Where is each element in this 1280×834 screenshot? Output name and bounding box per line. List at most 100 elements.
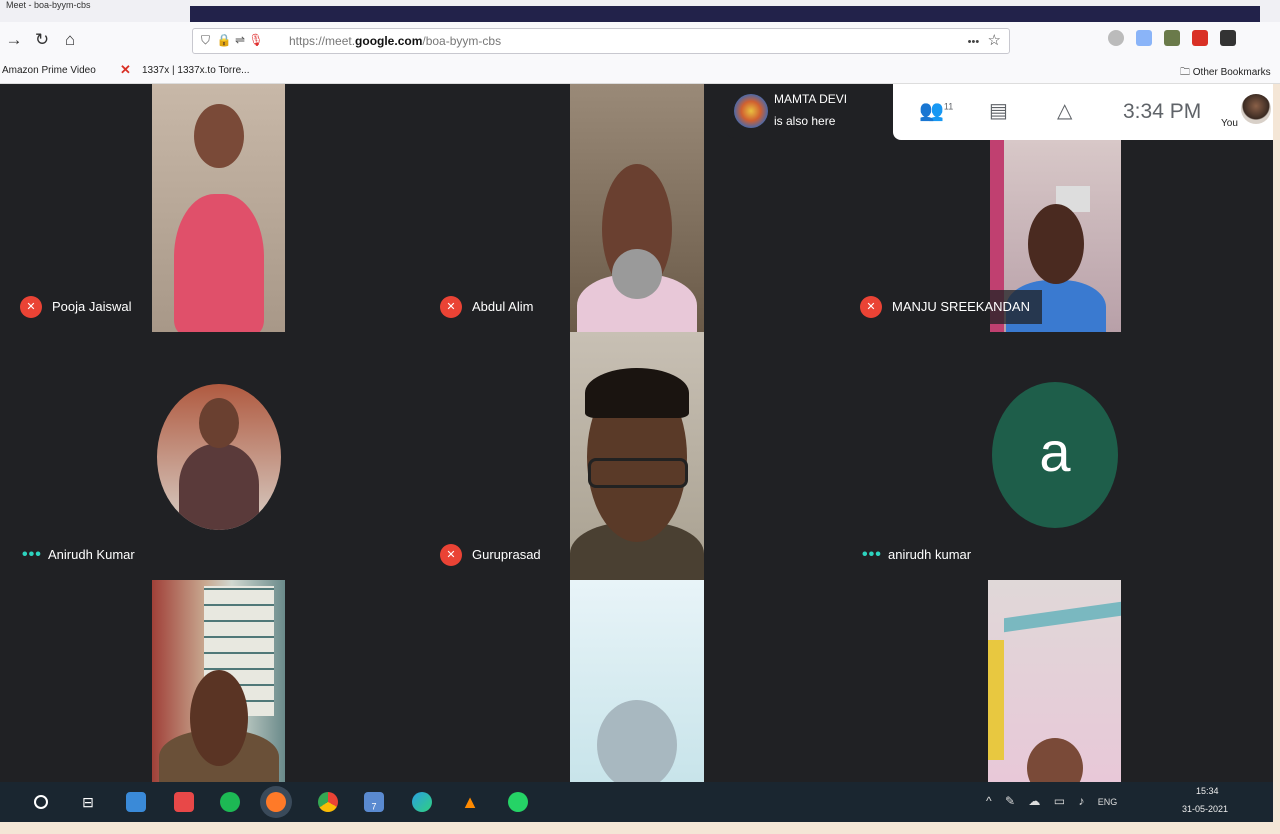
vlc-icon[interactable]: ▲ <box>460 792 480 812</box>
notification-subtext: is also here <box>774 114 836 128</box>
video-tile-guruprasad[interactable] <box>570 332 704 580</box>
mic-off-icon: ✕ <box>440 544 462 566</box>
person-face <box>597 700 677 782</box>
firefox-icon[interactable] <box>266 792 286 812</box>
news-app-icon[interactable] <box>174 792 194 812</box>
person-face <box>189 670 248 766</box>
mic-off-icon: ✕ <box>440 296 462 318</box>
tray-date[interactable]: 31-05-2021 <box>1182 804 1228 814</box>
tray-onedrive-icon[interactable]: ☁ <box>1028 794 1040 808</box>
name-chip: ✕ Abdul Alim <box>428 290 546 324</box>
notification-avatar <box>734 94 768 128</box>
notification-name: MAMTA DEVI <box>774 92 848 106</box>
speaking-dots-icon: ••• <box>862 546 882 563</box>
browser-tab-bar: Meet - boa-byym-cbs <box>0 0 1280 22</box>
participant-name: Guruprasad <box>472 547 541 562</box>
tray-volume-icon[interactable]: ♪ <box>1078 794 1084 808</box>
name-chip: ••• Anirudh Kumar <box>8 538 147 572</box>
microphone-icon: 🎙 <box>248 33 264 47</box>
whatsapp-icon[interactable] <box>508 792 528 812</box>
edge-icon[interactable] <box>412 792 432 812</box>
meeting-clock: 3:34 PM <box>1123 100 1202 123</box>
name-chip: ✕ Pooja Jaiswal <box>8 290 144 324</box>
task-view-icon[interactable]: ⊟ <box>78 792 98 812</box>
tray-pen-icon[interactable]: ✎ <box>1005 794 1015 808</box>
tab-strip <box>190 6 1260 22</box>
person-video <box>173 194 264 332</box>
video-tile-pooja[interactable] <box>152 84 285 332</box>
tray-language[interactable]: ENG <box>1098 797 1118 807</box>
participant-name: Anirudh Kumar <box>48 547 135 562</box>
join-notification: MAMTA DEVI is also here <box>726 84 894 138</box>
name-chip: ✕ MANJU SREEKANDAN <box>848 290 1042 324</box>
video-tile-row3-right[interactable] <box>988 580 1121 782</box>
bookmark-other-label: Other Bookmarks <box>1192 67 1271 78</box>
search-circle-icon[interactable] <box>34 795 48 809</box>
yellow-wall <box>988 640 1004 760</box>
participant-name: Abdul Alim <box>472 299 534 314</box>
person-face <box>1027 204 1084 284</box>
reload-icon[interactable]: ↻ <box>30 28 54 52</box>
person-face <box>199 398 239 448</box>
mic-off-icon: ✕ <box>20 296 42 318</box>
torrent-x-icon: ✕ <box>120 62 131 77</box>
self-avatar[interactable] <box>1241 94 1271 124</box>
page-actions-icon[interactable]: ••• <box>968 36 980 48</box>
meet-grid: ✕ Pooja Jaiswal ✕ Abdul Alim ✕ MANJU SRE… <box>0 84 1273 782</box>
glasses-shape <box>588 458 688 488</box>
home-icon[interactable]: ⌂ <box>58 28 82 52</box>
meet-top-bar: 👥11 ▤ △ 3:34 PM You <box>893 84 1273 140</box>
ceiling-stripe <box>1004 601 1121 633</box>
bookmark-torrent[interactable]: 1337x | 1337x.to Torre... <box>142 65 249 76</box>
url-bar[interactable]: ⛉ 🔒 ⇌ 🎙 https://meet.google.com/boa-byym… <box>192 28 1010 54</box>
bookmark-amazon[interactable]: Amazon Prime Video <box>2 65 96 76</box>
file-explorer-icon[interactable] <box>126 792 146 812</box>
person-video <box>179 444 259 530</box>
url-domain: google.com <box>355 34 423 48</box>
extension-icon[interactable] <box>1164 30 1180 46</box>
people-icon: 👥 <box>919 100 944 122</box>
participants-button[interactable]: 👥11 <box>919 98 953 123</box>
participant-name: anirudh kumar <box>888 547 972 562</box>
tray-expand-icon[interactable]: ^ <box>986 794 992 808</box>
video-tile-row3-left[interactable] <box>152 580 285 782</box>
name-chip: ✕ Guruprasad <box>428 538 553 572</box>
avatar-anirudh-photo <box>157 384 281 530</box>
video-tile-abdul[interactable] <box>570 84 704 332</box>
avatar-letter: a <box>992 382 1118 528</box>
tab-title[interactable]: Meet - boa-byym-cbs <box>6 0 91 10</box>
menu-grid-icon[interactable] <box>1220 30 1236 46</box>
tray-time[interactable]: 15:34 <box>1196 786 1219 796</box>
extension-icon[interactable] <box>1136 30 1152 46</box>
person-face <box>1026 738 1083 782</box>
url-text[interactable]: https://meet.google.com/boa-byym-cbs <box>289 34 501 48</box>
chat-icon[interactable]: ▤ <box>989 98 1008 123</box>
mail-icon[interactable]: 7 <box>364 792 384 812</box>
participants-count: 11 <box>943 101 954 112</box>
extension-icon[interactable] <box>1192 30 1208 46</box>
extension-icon[interactable] <box>1108 30 1124 46</box>
forward-icon[interactable]: → <box>2 28 26 52</box>
browser-nav-bar: → ↻ ⌂ ⛉ 🔒 ⇌ 🎙 https://meet.google.com/bo… <box>0 22 1280 60</box>
activities-icon[interactable]: △ <box>1057 98 1072 123</box>
screen: Meet - boa-byym-cbs → ↻ ⌂ ⛉ 🔒 ⇌ 🎙 https:… <box>0 0 1280 834</box>
chrome-icon[interactable] <box>318 792 338 812</box>
taskbar: ⊟ 7 ▲ ^ ✎ ☁ ▭ ♪ ENG 15:34 31-05-2021 <box>0 782 1273 822</box>
security-icons: ⛉ 🔒 ⇌ 🎙 <box>201 33 264 47</box>
tray-battery-icon[interactable]: ▭ <box>1054 794 1065 808</box>
url-prefix: https://meet. <box>289 34 356 48</box>
bookmark-star-icon[interactable]: ☆ <box>988 32 1001 49</box>
mail-badge: 7 <box>371 801 377 812</box>
you-label: You <box>1221 118 1238 129</box>
system-tray: ^ ✎ ☁ ▭ ♪ ENG <box>986 794 1117 808</box>
participant-name: MANJU SREEKANDAN <box>892 299 1030 314</box>
video-tile-row3-center[interactable] <box>570 580 704 782</box>
person-face <box>193 104 244 168</box>
extension-icons <box>1108 30 1236 46</box>
participant-name: Pooja Jaiswal <box>52 299 132 314</box>
mic-off-icon: ✕ <box>860 296 882 318</box>
name-chip: ••• anirudh kumar <box>848 538 984 572</box>
folder-icon: 🗀 <box>1180 67 1190 78</box>
spotify-icon[interactable] <box>220 792 240 812</box>
bookmark-other[interactable]: 🗀 Other Bookmarks <box>1180 65 1271 82</box>
